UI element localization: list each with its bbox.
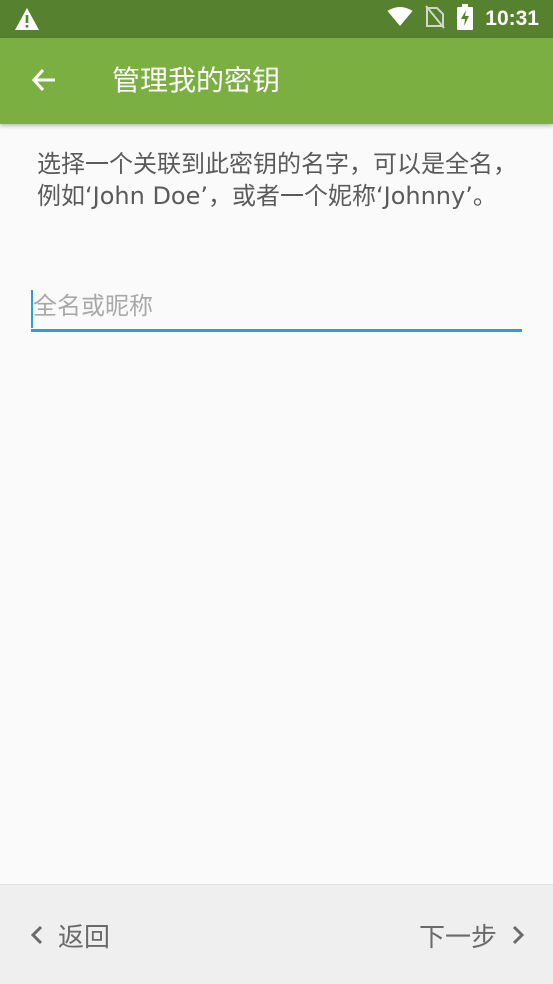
battery-charging-icon (457, 4, 474, 34)
description-text: 选择一个关联到此密钥的名字，可以是全名，例如‘John Doe’，或者一个妮称‘… (37, 150, 517, 210)
input-underline (31, 329, 522, 332)
warning-icon (14, 7, 40, 35)
name-field[interactable] (31, 284, 522, 332)
wifi-icon (387, 7, 413, 31)
app-bar: 管理我的密钥 (0, 38, 553, 124)
back-button-label: 返回 (58, 922, 111, 953)
chevron-left-icon (30, 925, 43, 945)
status-bar: 10:31 (0, 0, 553, 38)
chevron-right-icon (512, 925, 525, 945)
full-name-input[interactable] (31, 284, 522, 328)
next-button[interactable]: 下一步 (419, 905, 525, 965)
text-cursor (31, 290, 33, 328)
back-button[interactable]: 返回 (30, 905, 110, 965)
no-sim-icon (425, 5, 446, 33)
back-arrow-button[interactable] (22, 58, 66, 102)
bottom-navigation-bar: 返回 下一步 (0, 884, 553, 984)
next-button-label: 下一步 (418, 922, 497, 953)
arrow-left-icon (31, 68, 55, 92)
page-title: 管理我的密钥 (112, 64, 281, 97)
clock: 10:31 (485, 7, 539, 30)
